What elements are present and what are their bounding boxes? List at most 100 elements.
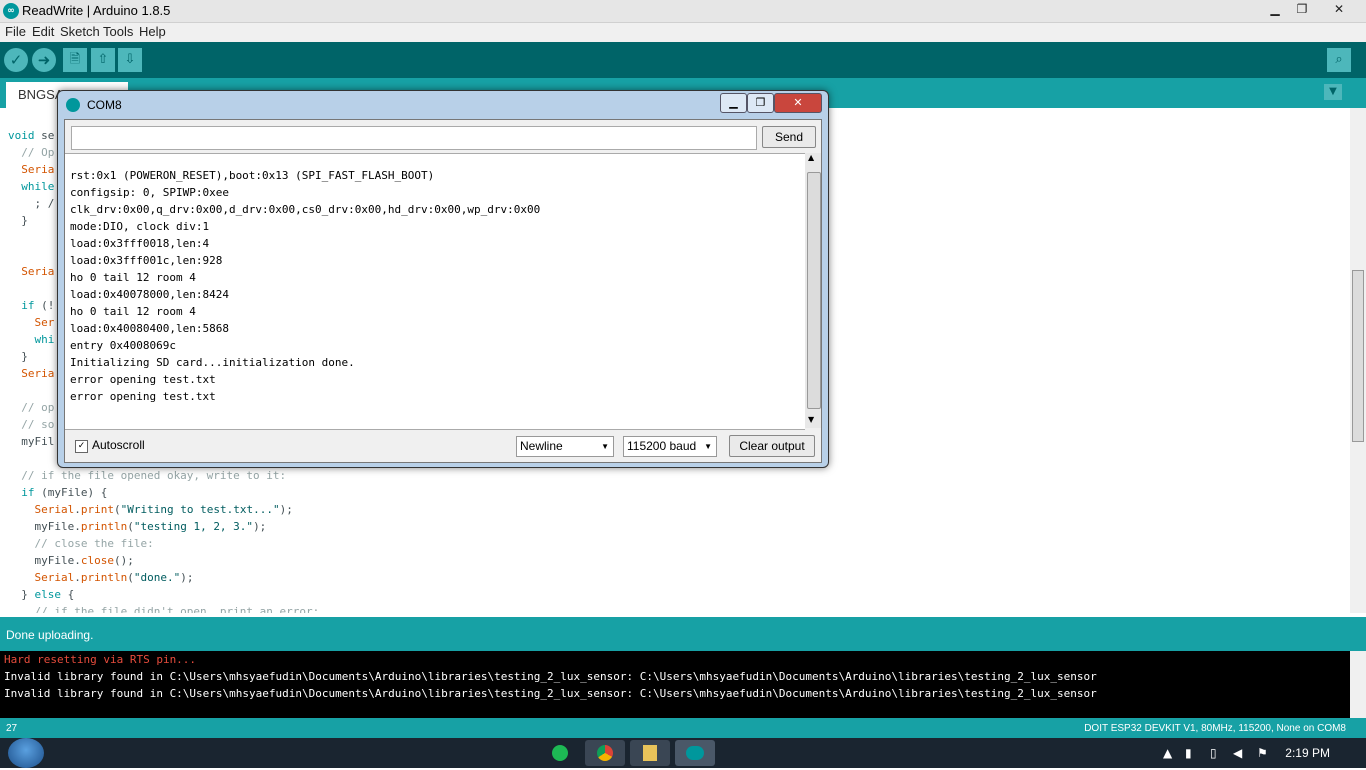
serial-output-line: rst:0x1 (POWERON_RESET),boot:0x13 (SPI_F…: [70, 169, 435, 182]
serial-output-line: entry 0x4008069c: [70, 339, 176, 352]
code-token: // so: [8, 418, 55, 431]
minimize-button[interactable]: ▁: [1262, 0, 1288, 18]
toolbar: ✓ ➜ 🗎 ⇧ ⇩ ⌕: [0, 42, 1366, 78]
code-token: {: [61, 588, 75, 601]
code-token: );: [279, 503, 293, 516]
spotify-icon[interactable]: [540, 740, 580, 766]
code-line: // if the file didn't open, print an err…: [8, 603, 319, 613]
close-button[interactable]: ✕: [1326, 0, 1352, 18]
menu-tools[interactable]: Tools: [103, 24, 133, 39]
code-token: else: [34, 588, 62, 601]
code-token: ; /: [8, 197, 55, 210]
chrome-icon[interactable]: [585, 740, 625, 766]
serial-output-line: error opening test.txt: [70, 390, 216, 403]
code-token: Seria: [21, 265, 55, 278]
menu-edit[interactable]: Edit: [32, 24, 54, 39]
console-line: Invalid library found in C:\Users\mhsyae…: [4, 687, 1097, 700]
serial-output[interactable]: rst:0x1 (POWERON_RESET),boot:0x13 (SPI_F…: [65, 153, 805, 430]
code-token: );: [180, 571, 194, 584]
code-line: myFile.println("testing 1, 2, 3.");: [8, 518, 266, 535]
sm-close-button[interactable]: ✕: [774, 93, 822, 113]
power-icon[interactable]: ▯: [1210, 746, 1217, 760]
code-token: .: [74, 571, 81, 584]
maximize-button[interactable]: ❐: [1289, 0, 1315, 18]
autoscroll-checkbox[interactable]: ✓: [75, 440, 88, 453]
console-output[interactable]: Hard resetting via RTS pin... Invalid lib…: [0, 651, 1350, 718]
sm-maximize-button[interactable]: ❐: [747, 93, 774, 113]
open-sketch-icon[interactable]: ⇧: [91, 48, 115, 72]
scroll-down-icon[interactable]: ▼: [808, 415, 814, 424]
upload-icon[interactable]: ➜: [32, 48, 56, 72]
serial-output-line: mode:DIO, clock div:1: [70, 220, 210, 233]
code-line: Serial.println("done.");: [8, 569, 194, 586]
chevron-down-icon: ▼: [704, 442, 712, 451]
serial-output-line: Initializing SD card...initialization do…: [70, 356, 355, 369]
serial-monitor-footer: ✓ Autoscroll Newline ▼ 115200 baud ▼ Cle…: [65, 429, 821, 462]
bottom-bar: 27 DOIT ESP32 DEVKIT V1, 80MHz, 115200, …: [0, 718, 1366, 738]
arduino-app-icon: [66, 98, 80, 112]
network-icon[interactable]: ▮: [1185, 746, 1192, 760]
code-line: // Op: [8, 144, 54, 161]
taskbar-clock[interactable]: 2:19 PM: [1285, 746, 1330, 760]
tab-menu-icon[interactable]: ▼: [1324, 84, 1342, 100]
line-ending-select[interactable]: Newline ▼: [516, 436, 614, 457]
serial-monitor-body: Send rst:0x1 (POWERON_RESET),boot:0x13 (…: [64, 119, 822, 463]
explorer-icon[interactable]: [630, 740, 670, 766]
serial-output-line: load:0x40078000,len:8424: [70, 288, 229, 301]
arduino-app-icon: ∞: [3, 3, 19, 19]
editor-scroll-thumb[interactable]: [1352, 270, 1364, 442]
code-token: // op: [8, 401, 55, 414]
editor-scrollbar[interactable]: [1350, 108, 1366, 613]
action-center-icon[interactable]: ⚑: [1257, 746, 1268, 760]
code-token: .: [74, 503, 81, 516]
code-token: Seria: [21, 367, 55, 380]
code-line: if (!: [8, 297, 54, 314]
start-button[interactable]: [8, 738, 44, 768]
code-token: close: [80, 554, 114, 567]
code-token: "Writing to test.txt...": [120, 503, 280, 516]
serial-monitor-titlebar: COM8 ▁ ❐ ✕: [58, 91, 828, 117]
serial-monitor-window: COM8 ▁ ❐ ✕ Send rst:0x1 (POWERON_RESET),…: [57, 90, 829, 468]
code-line: Serial.print("Writing to test.txt...");: [8, 501, 293, 518]
code-line: while: [8, 178, 54, 195]
verify-icon[interactable]: ✓: [4, 48, 28, 72]
status-text: Done uploading.: [6, 628, 94, 642]
menu-help[interactable]: Help: [139, 24, 166, 39]
serial-monitor-icon[interactable]: ⌕: [1327, 48, 1351, 72]
scroll-up-icon[interactable]: ▲: [808, 153, 814, 162]
volume-icon[interactable]: ◀: [1233, 746, 1242, 760]
clear-output-button[interactable]: Clear output: [729, 435, 815, 457]
chevron-down-icon: ▼: [601, 442, 609, 451]
code-token: // if the file opened okay, write to it:: [8, 469, 287, 482]
show-hidden-icon[interactable]: ▲: [1163, 746, 1172, 760]
console-scrollbar[interactable]: [1350, 651, 1366, 718]
code-line: Seria: [8, 263, 54, 280]
code-line: // close the file:: [8, 535, 153, 552]
sm-minimize-button[interactable]: ▁: [720, 93, 747, 113]
menu-file[interactable]: File: [5, 24, 26, 39]
serial-output-line: ho 0 tail 12 room 4: [70, 271, 196, 284]
serial-scroll-thumb[interactable]: [807, 172, 821, 409]
serial-monitor-title: COM8: [87, 98, 122, 112]
send-button[interactable]: Send: [762, 126, 816, 148]
serial-input[interactable]: [71, 126, 757, 150]
new-sketch-icon[interactable]: 🗎: [63, 48, 87, 72]
code-token: print: [80, 503, 114, 516]
code-token: myFile.: [8, 554, 81, 567]
code-token: Serial: [34, 503, 75, 516]
console-line: Invalid library found in C:\Users\mhsyae…: [4, 670, 1097, 683]
save-sketch-icon[interactable]: ⇩: [118, 48, 142, 72]
code-line: }: [8, 348, 28, 365]
arduino-icon[interactable]: [675, 740, 715, 766]
autoscroll-label: Autoscroll: [92, 438, 145, 452]
baud-rate-select[interactable]: 115200 baud ▼: [623, 436, 717, 457]
code-token: // if the file didn't open, print an err…: [8, 605, 320, 613]
menu-sketch[interactable]: Sketch: [60, 24, 100, 39]
code-line: } else {: [8, 586, 74, 603]
code-token: whi: [34, 333, 55, 346]
code-token: void: [8, 129, 35, 142]
